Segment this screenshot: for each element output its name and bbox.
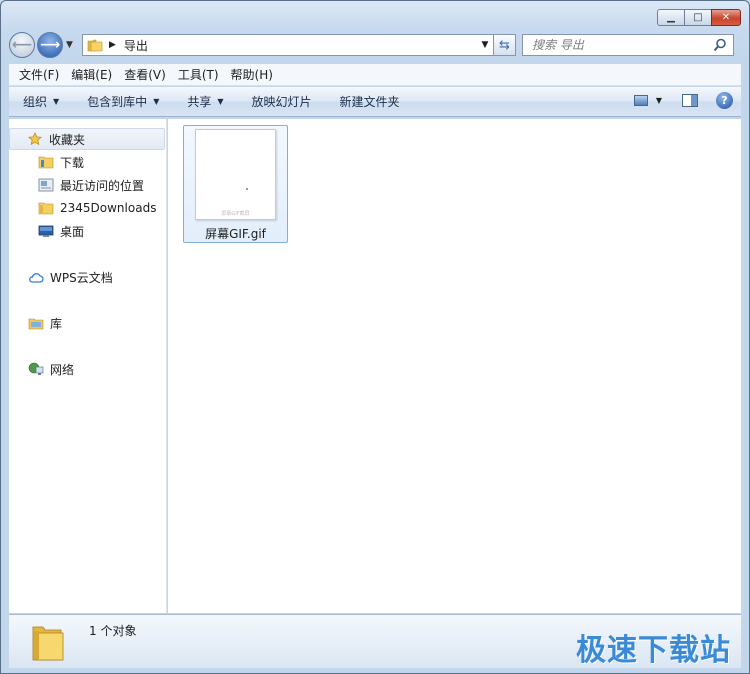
nav-downloads[interactable]: 下载 bbox=[38, 151, 84, 173]
view-options-chevron-icon[interactable]: ▼ bbox=[656, 96, 662, 105]
menu-view[interactable]: 查看(V) bbox=[118, 66, 172, 83]
nav-favorites-label: 收藏夹 bbox=[49, 132, 86, 147]
chevron-down-icon: ▼ bbox=[217, 97, 224, 106]
new-folder-label: 新建文件夹 bbox=[339, 95, 400, 109]
thumbnail-dot-icon bbox=[246, 188, 248, 190]
nav-favorites[interactable]: 收藏夹 bbox=[9, 128, 165, 150]
explorer-window: ▁ □ ✕ ⟵ ⟶ ▼ ▶ 导出 ▼ ⇆ 文件(F) 编辑(E) 查 bbox=[0, 0, 750, 674]
watermark-text: 极速下载站 bbox=[576, 633, 731, 668]
close-button[interactable]: ✕ bbox=[711, 9, 741, 26]
chevron-down-icon: ▼ bbox=[66, 40, 73, 50]
library-icon bbox=[28, 318, 44, 330]
back-arrow-icon: ⟵ bbox=[11, 37, 33, 53]
chevron-down-icon: ▼ bbox=[153, 97, 160, 106]
organize-label: 组织 bbox=[23, 95, 48, 109]
change-view-icon[interactable] bbox=[633, 95, 648, 106]
recent-places-icon bbox=[38, 178, 54, 192]
nav-desktop-label: 桌面 bbox=[60, 224, 85, 239]
file-name: 屏幕GIF.gif bbox=[205, 227, 266, 241]
thumbnail-caption: 屏幕GIF截屏 bbox=[221, 211, 250, 217]
nav-2345downloads-label: 2345Downloads bbox=[60, 201, 157, 215]
maximize-button[interactable]: □ bbox=[684, 9, 712, 26]
star-icon bbox=[28, 132, 42, 146]
navigation-pane: 收藏夹 下载 最近访问的位置 2345Downloads 桌面 WPS云文档 库… bbox=[9, 119, 167, 613]
nav-recent-label: 最近访问的位置 bbox=[60, 178, 145, 193]
object-count: 1 个对象 bbox=[89, 624, 137, 638]
organize-button[interactable]: 组织 ▼ bbox=[13, 93, 69, 110]
navigation-row: ⟵ ⟶ ▼ ▶ 导出 ▼ ⇆ bbox=[9, 31, 741, 59]
address-dropdown-icon[interactable]: ▼ bbox=[477, 40, 493, 50]
menu-help[interactable]: 帮助(H) bbox=[225, 66, 279, 83]
share-label: 共享 bbox=[187, 95, 212, 109]
menu-file[interactable]: 文件(F) bbox=[13, 66, 65, 83]
folder-icon bbox=[38, 202, 54, 215]
forward-button[interactable]: ⟶ bbox=[37, 32, 63, 58]
minimize-button[interactable]: ▁ bbox=[657, 9, 685, 26]
maximize-icon: □ bbox=[693, 12, 703, 23]
nav-wps-cloud[interactable]: WPS云文档 bbox=[28, 266, 113, 288]
folder-icon bbox=[32, 626, 64, 661]
chevron-down-icon: ▼ bbox=[53, 97, 60, 106]
back-button[interactable]: ⟵ bbox=[9, 32, 35, 58]
nav-desktop[interactable]: 桌面 bbox=[38, 220, 84, 242]
recent-pages-dropdown[interactable]: ▼ bbox=[66, 40, 76, 50]
close-icon: ✕ bbox=[721, 12, 731, 23]
desktop-icon bbox=[38, 225, 54, 237]
nav-network[interactable]: 网络 bbox=[28, 358, 74, 380]
search-input[interactable] bbox=[532, 38, 713, 52]
menu-edit[interactable]: 编辑(E) bbox=[65, 66, 118, 83]
nav-wps-label: WPS云文档 bbox=[50, 270, 113, 285]
address-bar[interactable]: ▶ 导出 ▼ bbox=[82, 34, 494, 56]
cloud-icon bbox=[29, 273, 44, 283]
nav-network-label: 网络 bbox=[50, 362, 75, 377]
new-folder-button[interactable]: 新建文件夹 bbox=[330, 93, 410, 110]
nav-downloads-label: 下载 bbox=[60, 155, 85, 170]
minimize-icon: ▁ bbox=[667, 12, 675, 23]
menu-tools[interactable]: 工具(T) bbox=[172, 66, 225, 83]
nav-2345downloads[interactable]: 2345Downloads bbox=[38, 197, 156, 219]
command-bar: 组织 ▼ 包含到库中 ▼ 共享 ▼ 放映幻灯片 新建文件夹 ▼ ? bbox=[9, 87, 741, 117]
refresh-icon: ⇆ bbox=[499, 37, 510, 53]
file-item[interactable]: 屏幕GIF截屏 屏幕GIF.gif bbox=[183, 125, 288, 243]
file-list: 屏幕GIF截屏 屏幕GIF.gif bbox=[168, 119, 741, 613]
command-bar-right: ▼ ? bbox=[622, 92, 733, 109]
breadcrumb-separator-icon[interactable]: ▶ bbox=[109, 40, 116, 50]
nav-recent-places[interactable]: 最近访问的位置 bbox=[38, 174, 144, 196]
help-icon[interactable]: ? bbox=[716, 92, 733, 109]
nav-libraries[interactable]: 库 bbox=[28, 312, 62, 334]
details-pane: 1 个对象 极速下载站 bbox=[9, 614, 741, 668]
include-in-library-label: 包含到库中 bbox=[87, 95, 148, 109]
include-in-library-button[interactable]: 包含到库中 ▼ bbox=[77, 93, 169, 110]
refresh-button[interactable]: ⇆ bbox=[494, 34, 516, 56]
forward-arrow-icon: ⟶ bbox=[39, 37, 61, 53]
file-thumbnail: 屏幕GIF截屏 bbox=[195, 129, 276, 220]
folder-icon bbox=[87, 39, 103, 52]
search-icon bbox=[713, 38, 726, 52]
caption-buttons: ▁ □ ✕ bbox=[657, 9, 741, 26]
preview-pane-icon[interactable] bbox=[682, 94, 698, 107]
slideshow-label: 放映幻灯片 bbox=[251, 95, 312, 109]
search-box[interactable] bbox=[522, 34, 734, 56]
nav-library-label: 库 bbox=[50, 316, 63, 331]
network-icon bbox=[28, 362, 44, 375]
downloads-folder-icon bbox=[38, 156, 54, 169]
share-button[interactable]: 共享 ▼ bbox=[177, 93, 233, 110]
breadcrumb-current[interactable]: 导出 bbox=[124, 37, 148, 54]
menu-bar: 文件(F) 编辑(E) 查看(V) 工具(T) 帮助(H) bbox=[9, 64, 741, 86]
slideshow-button[interactable]: 放映幻灯片 bbox=[242, 93, 322, 110]
